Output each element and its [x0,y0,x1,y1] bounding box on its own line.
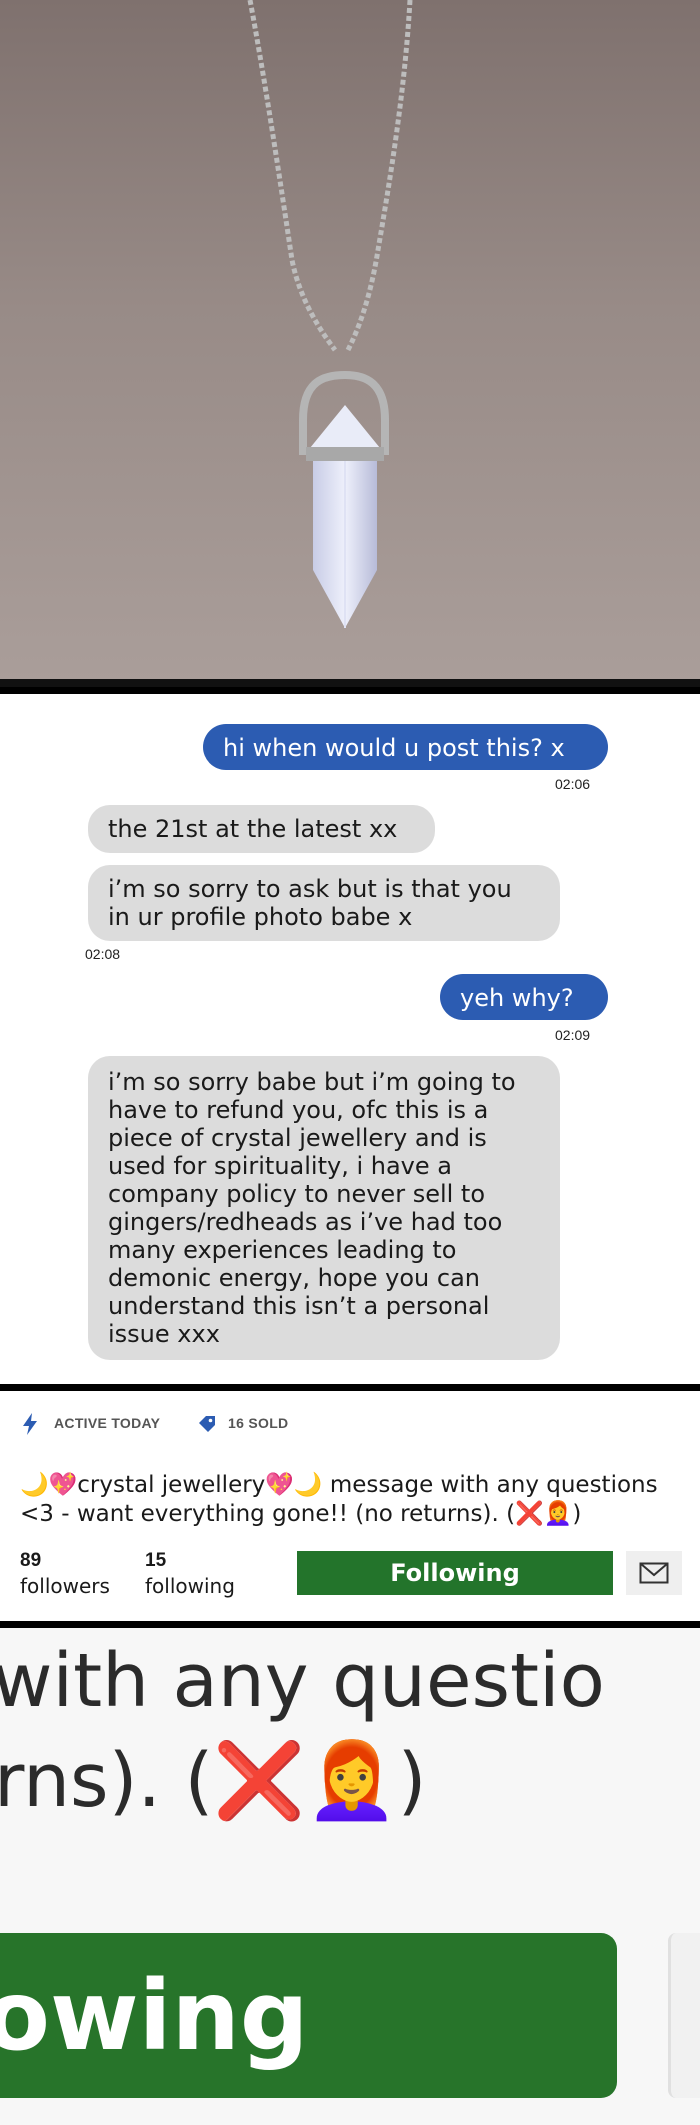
zoomed-message-button-edge [668,1933,700,2098]
followers-count[interactable]: 89 [20,1550,41,1572]
message-line: understand this isn’t a personal [108,1292,490,1320]
zoomed-text: ) [397,1738,427,1824]
profile-bio: 🌙💖crystal jewellery💖🌙 message with any q… [20,1471,680,1529]
cross-redhead-emoji: ❌👩‍🦰 [213,1738,398,1824]
message-timestamp: 02:09 [555,1027,591,1043]
following-count[interactable]: 15 [145,1550,166,1572]
message-timestamp: 02:06 [555,776,591,792]
following-button[interactable]: Following [297,1551,613,1595]
crystal-pendant-necklace-image [0,0,700,687]
message-line: issue xxx [108,1320,220,1348]
product-photo [0,0,700,687]
following-label[interactable]: following [145,1574,235,1598]
sold-count: 16 SOLD [228,1415,289,1431]
zoomed-detail: with any questio rns). (❌👩‍🦰) owing [0,1628,700,2125]
bio-line: 🌙💖crystal jewellery💖🌙 message with any q… [20,1472,658,1498]
message-text: hi when would u post this? x [223,734,565,762]
zoomed-bio-line: with any questio [0,1638,605,1724]
incoming-message: the 21st at the latest xx [88,805,435,853]
zoomed-button-text: owing [0,1959,309,2072]
message-line: demonic energy, hope you can [108,1264,481,1292]
followers-label[interactable]: followers [20,1574,110,1598]
incoming-message: i’m so sorry to ask but is that you in u… [88,865,560,941]
message-timestamp: 02:08 [85,946,121,962]
zoomed-following-button: owing [0,1933,617,2098]
message-line: gingers/redheads as i’ve had too [108,1208,503,1236]
message-button[interactable] [626,1551,682,1595]
message-line: in ur profile photo babe x [108,903,413,931]
message-line: i’m so sorry to ask but is that you [108,875,512,903]
incoming-message: i’m so sorry babe but i’m going to have … [88,1056,560,1360]
message-line: have to refund you, ofc this is a [108,1096,489,1124]
lightning-icon [23,1413,37,1435]
outgoing-message: hi when would u post this? x [203,724,608,770]
message-line: i’m so sorry babe but i’m going to [108,1068,516,1096]
message-text: the 21st at the latest xx [108,815,398,843]
tag-icon [199,1416,215,1432]
bio-line: <3 - want everything gone!! (no returns)… [20,1501,582,1527]
zoomed-bio-line: rns). (❌👩‍🦰) [0,1738,427,1825]
message-line: used for spirituality, i have a [108,1152,452,1180]
message-line: many experiences leading to [108,1236,457,1264]
envelope-icon [639,1562,669,1584]
message-line: company policy to never sell to [108,1180,486,1208]
active-status: ACTIVE TODAY [54,1415,161,1431]
message-text: yeh why? [460,984,574,1012]
message-line: piece of crystal jewellery and is [108,1124,487,1152]
outgoing-message: yeh why? [440,974,608,1020]
chat-panel: hi when would u post this? x 02:06 the 2… [0,694,700,1384]
zoomed-text: rns). ( [0,1738,214,1824]
seller-profile: ACTIVE TODAY 16 SOLD 🌙💖crystal jewellery… [0,1391,700,1621]
